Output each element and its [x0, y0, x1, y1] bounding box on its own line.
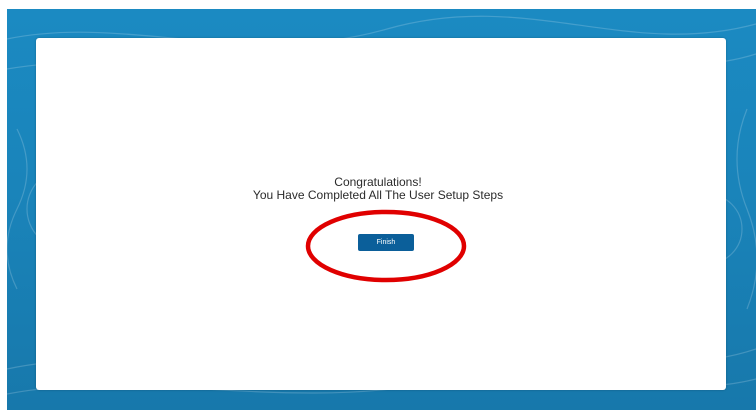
- completion-message: Congratulations! You Have Completed All …: [0, 176, 756, 202]
- finish-button[interactable]: Finish: [358, 234, 414, 251]
- completion-subtitle: You Have Completed All The User Setup St…: [252, 188, 504, 202]
- screenshot-stage: Congratulations! You Have Completed All …: [0, 0, 756, 410]
- setup-complete-card: [36, 38, 726, 390]
